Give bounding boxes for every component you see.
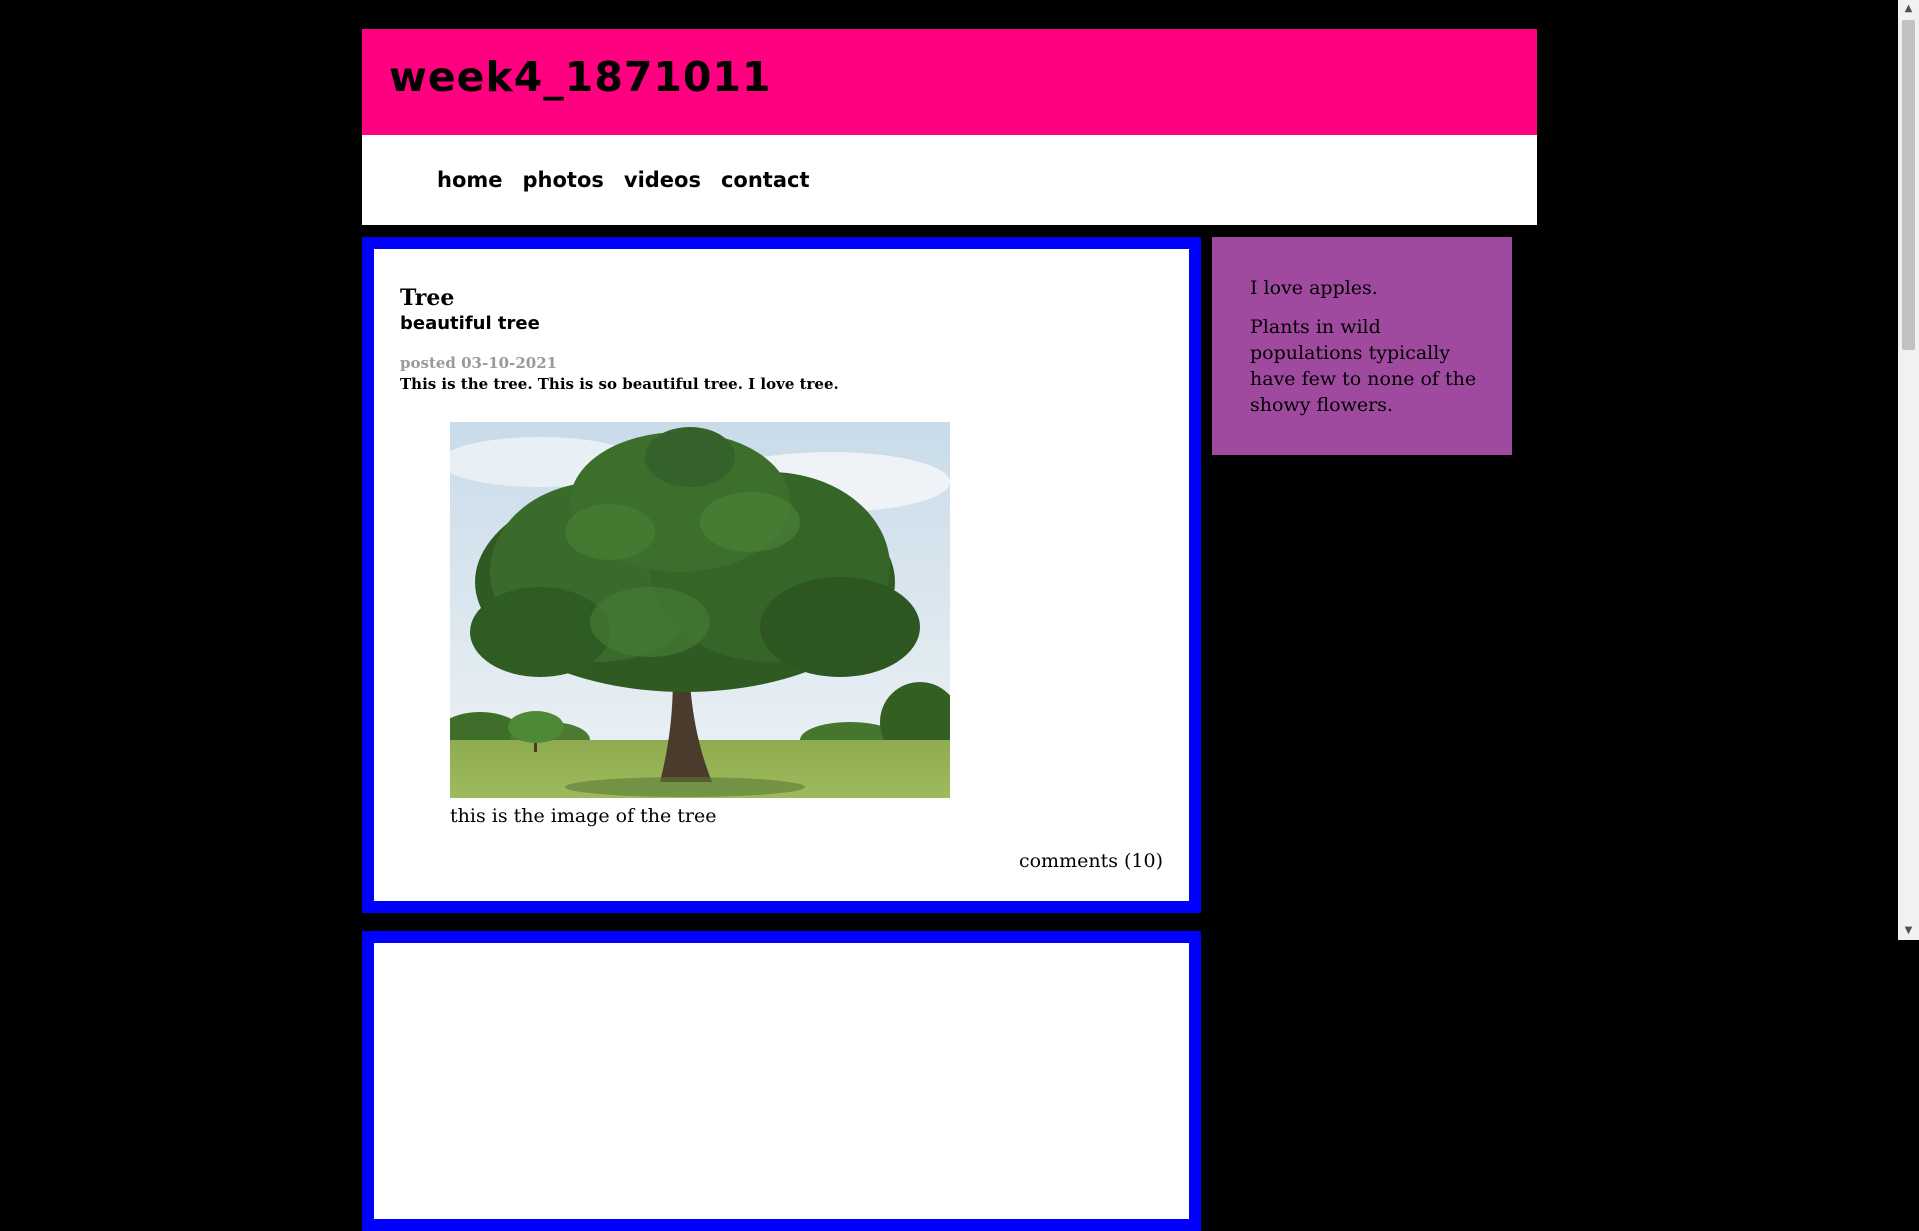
comments-link[interactable]: comments (10) bbox=[1019, 850, 1163, 872]
nav-item-home: home bbox=[437, 168, 503, 192]
nav-link-photos[interactable]: photos bbox=[523, 168, 604, 192]
tree-image bbox=[450, 422, 950, 798]
nav-item-photos: photos bbox=[523, 168, 604, 192]
site-title: week4_1871011 bbox=[389, 53, 772, 101]
post-card-next bbox=[362, 931, 1201, 1231]
image-caption: this is the image of the tree bbox=[450, 805, 717, 827]
nav-link-videos[interactable]: videos bbox=[624, 168, 701, 192]
tree-photo-illustration bbox=[450, 422, 950, 798]
sidebar-text: Plants in wild populations typically hav… bbox=[1250, 316, 1477, 416]
post-date: posted 03-10-2021 bbox=[400, 354, 558, 372]
post-card: Tree beautiful tree posted 03-10-2021 Th… bbox=[362, 237, 1201, 913]
nav-item-contact: contact bbox=[721, 168, 810, 192]
nav-link-home[interactable]: home bbox=[437, 168, 503, 192]
scroll-up-arrow-icon[interactable]: ▲ bbox=[1898, 0, 1919, 18]
scrollbar-thumb[interactable] bbox=[1902, 20, 1915, 350]
scroll-down-arrow-icon[interactable]: ▼ bbox=[1898, 922, 1919, 940]
vertical-scrollbar[interactable]: ▲ ▼ bbox=[1898, 0, 1919, 940]
sidebar-text: I love apples. bbox=[1250, 277, 1378, 299]
post-body: This is the tree. This is so beautiful t… bbox=[400, 375, 839, 393]
site-header: week4_1871011 bbox=[362, 29, 1537, 135]
sidebar: I love apples. Plants in wild population… bbox=[1212, 237, 1512, 455]
post-title: Tree bbox=[400, 285, 455, 311]
nav-list: home photos videos contact bbox=[437, 168, 830, 192]
main-nav: home photos videos contact bbox=[362, 135, 1537, 225]
post-subtitle: beautiful tree bbox=[400, 313, 540, 334]
nav-link-contact[interactable]: contact bbox=[721, 168, 810, 192]
nav-item-videos: videos bbox=[624, 168, 701, 192]
